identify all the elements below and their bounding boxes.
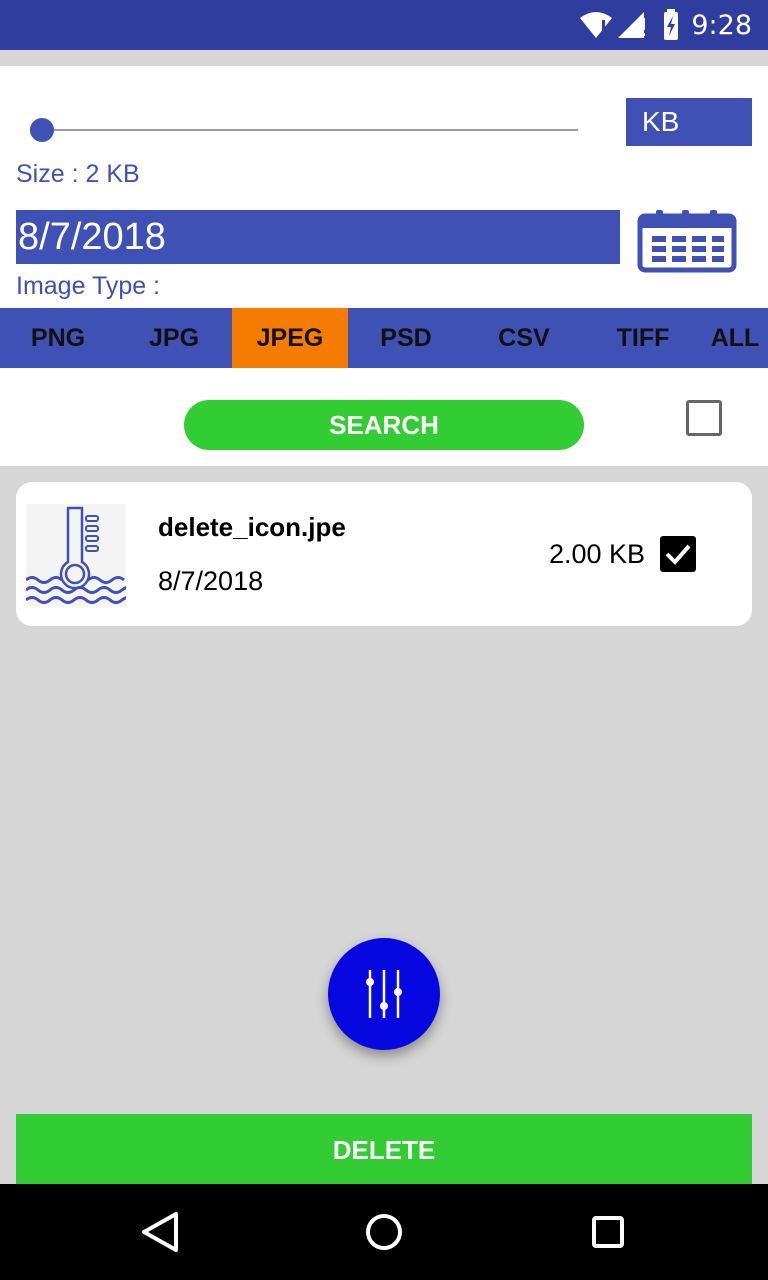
tab-jpg[interactable]: JPG xyxy=(116,308,232,368)
file-thumbnail xyxy=(25,504,135,606)
wifi-icon xyxy=(580,12,612,38)
top-gap xyxy=(0,50,768,66)
recents-icon[interactable] xyxy=(584,1208,632,1256)
status-icons xyxy=(580,9,678,40)
check-icon xyxy=(665,544,691,565)
item-checkbox[interactable] xyxy=(660,536,696,572)
unit-dropdown[interactable]: KB xyxy=(626,98,752,146)
search-button[interactable]: SEARCH xyxy=(184,400,584,450)
size-label: Size : 2 KB xyxy=(16,160,140,188)
file-date: 8/7/2018 xyxy=(158,566,264,596)
file-size: 2.00 KB xyxy=(549,539,646,569)
tab-jpeg[interactable]: JPEG xyxy=(232,308,348,368)
slider-thumb[interactable] xyxy=(30,118,54,142)
tab-psd[interactable]: PSD xyxy=(348,308,464,368)
tab-tiff[interactable]: TIFF xyxy=(584,308,702,368)
clock: 9:28 xyxy=(691,10,752,41)
status-bar: 9:28 xyxy=(0,0,768,50)
thermometer-icon xyxy=(25,506,135,604)
calendar-icon xyxy=(637,210,737,273)
navigation-bar xyxy=(0,1184,768,1280)
calendar-button[interactable] xyxy=(634,208,738,274)
file-name: delete_icon.jpe xyxy=(158,512,346,542)
delete-button[interactable]: DELETE xyxy=(16,1114,752,1186)
image-type-tabs: PNG JPG JPEG PSD CSV TIFF ALL xyxy=(0,308,768,368)
equalizer-icon xyxy=(366,970,402,1018)
tab-csv[interactable]: CSV xyxy=(464,308,584,368)
battery-charging-icon xyxy=(664,9,678,40)
tab-png[interactable]: PNG xyxy=(0,308,116,368)
list-item[interactable]: delete_icon.jpe 8/7/2018 2.00 KB xyxy=(16,482,752,626)
slider-track[interactable] xyxy=(30,129,578,131)
image-type-label: Image Type : xyxy=(16,272,161,300)
select-all-checkbox[interactable] xyxy=(686,400,722,436)
home-icon[interactable] xyxy=(360,1208,408,1256)
signal-icon xyxy=(618,12,645,38)
size-slider[interactable] xyxy=(30,117,578,143)
back-icon[interactable] xyxy=(136,1208,184,1256)
filter-fab[interactable] xyxy=(328,938,440,1050)
date-field[interactable]: 8/7/2018 xyxy=(16,210,620,264)
tab-all[interactable]: ALL xyxy=(702,308,768,368)
